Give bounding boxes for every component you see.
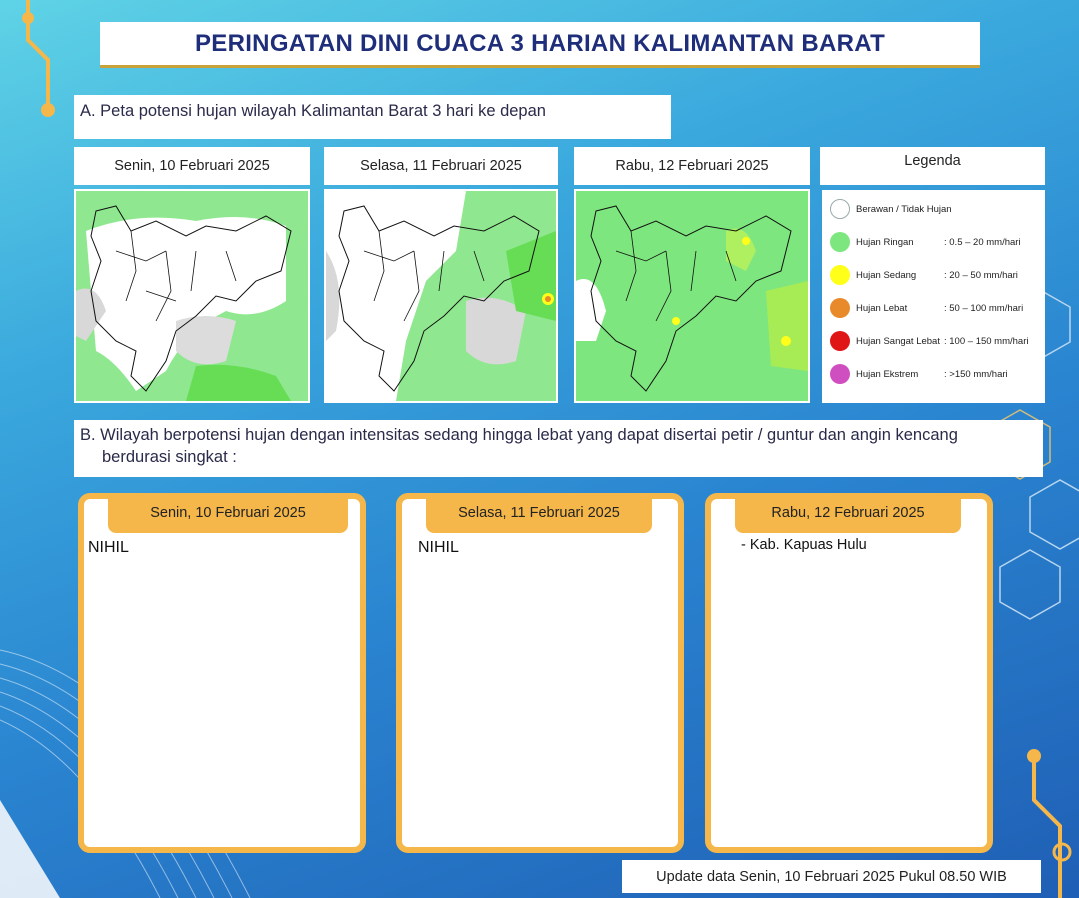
section-b-line-1: B. Wilayah berpotensi hujan dengan inten… xyxy=(80,426,958,444)
rain-map-day-3 xyxy=(574,189,810,403)
legend-label: Berawan / Tidak Hujan xyxy=(856,203,952,215)
legend-item: Hujan Ekstrem : >150 mm/hari xyxy=(830,363,1008,385)
legend-swatch xyxy=(830,364,850,384)
day-card-3: Rabu, 12 Februari 2025 - Kab. Kapuas Hul… xyxy=(705,493,993,853)
map-date-header: Senin, 10 Februari 2025 xyxy=(74,147,310,185)
legend-item: Hujan Lebat : 50 – 100 mm/hari xyxy=(830,297,1023,319)
rain-map-day-2 xyxy=(324,189,558,403)
section-a-heading: A. Peta potensi hujan wilayah Kalimantan… xyxy=(74,95,671,139)
legend-label: Hujan Sedang xyxy=(856,269,917,281)
title-banner: PERINGATAN DINI CUACA 3 HARIAN KALIMANTA… xyxy=(100,22,980,68)
day-card-2: Selasa, 11 Februari 2025 NIHIL xyxy=(396,493,684,853)
day-card-date: Rabu, 12 Februari 2025 xyxy=(735,493,961,533)
day-card-content: - Kab. Kapuas Hulu xyxy=(741,537,867,553)
legend-swatch xyxy=(830,232,850,252)
day-card-1: Senin, 10 Februari 2025 NIHIL xyxy=(78,493,366,853)
legend-title: Legenda xyxy=(820,147,1045,185)
map-date-header: Selasa, 11 Februari 2025 xyxy=(324,147,558,185)
legend-label: Hujan Ekstrem xyxy=(856,368,919,380)
rain-map-day-1 xyxy=(74,189,310,403)
legend-swatch xyxy=(830,199,850,219)
update-timestamp: Update data Senin, 10 Februari 2025 Puku… xyxy=(622,860,1041,893)
day-card-date: Selasa, 11 Februari 2025 xyxy=(426,493,652,533)
legend-swatch xyxy=(830,298,850,318)
legend-item: Hujan Sedang : 20 – 50 mm/hari xyxy=(830,264,1018,286)
legend-range: : >150 mm/hari xyxy=(944,368,1008,380)
legend-swatch xyxy=(830,331,850,351)
legend-item: Hujan Ringan : 0.5 – 20 mm/hari xyxy=(830,231,1021,253)
legend-range: : 50 – 100 mm/hari xyxy=(944,302,1024,314)
legend-item: Hujan Sangat Lebat : 100 – 150 mm/hari xyxy=(830,330,1029,352)
legend-panel: Berawan / Tidak Hujan Hujan Ringan : 0.5… xyxy=(822,190,1045,403)
circuit-decoration-top-left xyxy=(22,0,55,117)
legend-label: Hujan Sangat Lebat xyxy=(856,335,940,347)
day-card-date: Senin, 10 Februari 2025 xyxy=(108,493,348,533)
section-b-heading: B. Wilayah berpotensi hujan dengan inten… xyxy=(74,420,1043,477)
legend-range: : 0.5 – 20 mm/hari xyxy=(944,236,1021,248)
section-b-line-2: berdurasi singkat : xyxy=(102,448,237,466)
legend-item: Berawan / Tidak Hujan xyxy=(830,198,952,220)
legend-range: : 100 – 150 mm/hari xyxy=(944,335,1029,347)
day-card-content: NIHIL xyxy=(88,539,129,556)
legend-swatch xyxy=(830,265,850,285)
legend-label: Hujan Lebat xyxy=(856,302,908,314)
page-title: PERINGATAN DINI CUACA 3 HARIAN KALIMANTA… xyxy=(194,29,886,57)
legend-range: : 20 – 50 mm/hari xyxy=(944,269,1018,281)
legend-label: Hujan Ringan xyxy=(856,236,914,248)
map-date-header: Rabu, 12 Februari 2025 xyxy=(574,147,810,185)
day-card-content: NIHIL xyxy=(418,539,459,556)
